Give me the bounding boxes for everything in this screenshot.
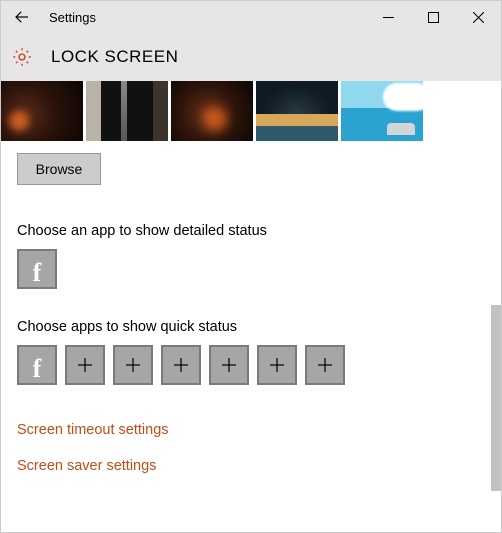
add-quick-status-tile[interactable] — [305, 345, 345, 385]
background-thumbnails — [1, 81, 485, 141]
screen-timeout-link[interactable]: Screen timeout settings — [17, 422, 169, 438]
background-thumbnail[interactable] — [86, 81, 168, 141]
background-thumbnail[interactable] — [171, 81, 253, 141]
quick-status-row: f — [17, 345, 485, 385]
plus-icon — [173, 357, 189, 373]
plus-icon — [317, 357, 333, 373]
title-bar: Settings — [1, 1, 501, 33]
background-thumbnail[interactable] — [256, 81, 338, 141]
content-area: Browse Choose an app to show detailed st… — [1, 81, 501, 491]
page-header: LOCK SCREEN — [1, 33, 501, 81]
add-quick-status-tile[interactable] — [209, 345, 249, 385]
maximize-button[interactable] — [411, 1, 456, 33]
add-quick-status-tile[interactable] — [257, 345, 297, 385]
plus-icon — [77, 357, 93, 373]
quick-status-label: Choose apps to show quick status — [17, 319, 485, 335]
back-button[interactable] — [7, 2, 37, 32]
add-quick-status-tile[interactable] — [113, 345, 153, 385]
browse-button[interactable]: Browse — [17, 153, 101, 185]
link-row: Screen timeout settings — [17, 421, 485, 439]
facebook-icon: f — [33, 260, 42, 286]
gear-icon — [11, 46, 33, 68]
detailed-status-row: f — [17, 249, 485, 289]
plus-icon — [221, 357, 237, 373]
scrollbar-thumb[interactable] — [491, 305, 501, 491]
minimize-button[interactable] — [366, 1, 411, 33]
background-thumbnail[interactable] — [1, 81, 83, 141]
page-title: LOCK SCREEN — [51, 47, 178, 67]
detailed-status-app-tile[interactable]: f — [17, 249, 57, 289]
close-button[interactable] — [456, 1, 501, 33]
quick-status-app-tile[interactable]: f — [17, 345, 57, 385]
plus-icon — [125, 357, 141, 373]
background-thumbnail[interactable] — [341, 81, 423, 141]
window-title: Settings — [49, 10, 96, 25]
plus-icon — [269, 357, 285, 373]
add-quick-status-tile[interactable] — [65, 345, 105, 385]
facebook-icon: f — [33, 356, 42, 382]
add-quick-status-tile[interactable] — [161, 345, 201, 385]
window-controls — [366, 1, 501, 33]
link-row: Screen saver settings — [17, 457, 485, 475]
screen-saver-link[interactable]: Screen saver settings — [17, 458, 156, 474]
detailed-status-label: Choose an app to show detailed status — [17, 223, 485, 239]
